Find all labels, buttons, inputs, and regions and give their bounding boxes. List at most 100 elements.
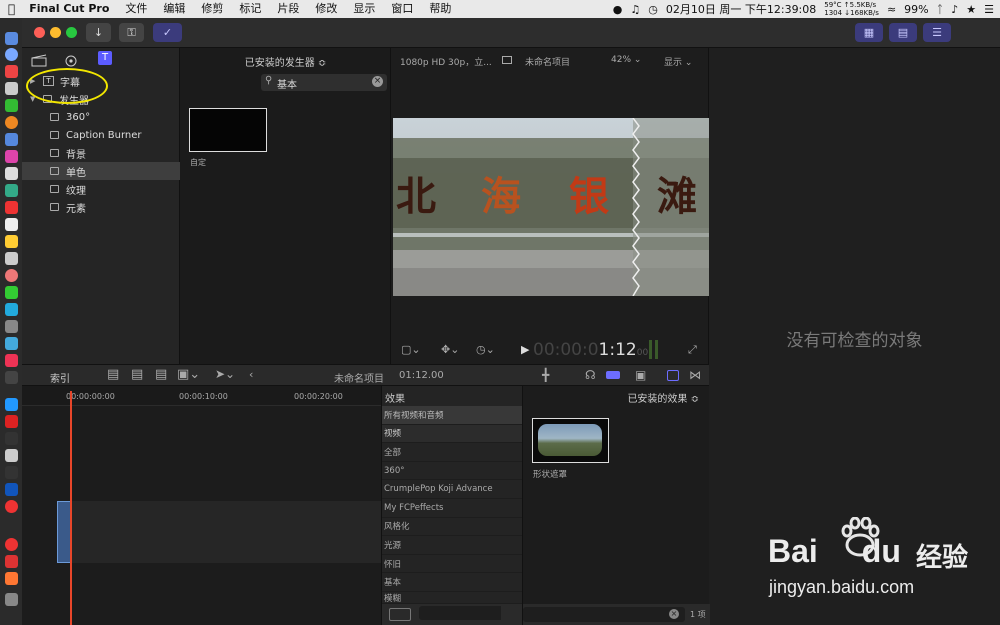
menu-trim[interactable]: 修剪 — [193, 0, 231, 18]
effects-category-item[interactable]: 所有视频和音频 — [382, 406, 522, 425]
menu-clip[interactable]: 片段 — [269, 0, 307, 18]
menu-view[interactable]: 显示 — [345, 0, 383, 18]
skimming-icon[interactable]: ╋ — [542, 368, 549, 382]
app-icon[interactable] — [5, 150, 18, 163]
app-icon[interactable] — [5, 184, 18, 197]
clear-search-icon[interactable]: × — [372, 76, 383, 87]
sidebar-toggle-icon[interactable] — [389, 608, 411, 621]
playhead[interactable] — [70, 391, 72, 625]
view-menu[interactable]: 显示 ⌄ — [664, 55, 692, 68]
titles-generators-icon[interactable]: T — [98, 51, 112, 65]
effects-category-item[interactable]: My FCPeffects — [382, 499, 522, 518]
clip-appearance-icon[interactable]: ▣ — [635, 368, 646, 382]
menu-window[interactable]: 窗口 — [383, 0, 421, 18]
battery-percent[interactable]: 99% — [904, 3, 928, 16]
transitions-icon[interactable]: ⋈ — [689, 368, 701, 382]
app-icon[interactable] — [5, 466, 18, 479]
menu-modify[interactable]: 修改 — [307, 0, 345, 18]
generator-search-input[interactable]: ⚲ 基本 × — [261, 74, 387, 91]
effects-category-item[interactable]: CrumplePop Koji Advance — [382, 480, 522, 499]
app-icon[interactable] — [5, 167, 18, 180]
appstore-icon[interactable] — [5, 398, 18, 411]
fullscreen-icon[interactable]: ⤢ — [688, 343, 697, 357]
app-icon[interactable] — [5, 252, 18, 265]
clock-icon[interactable]: ◷ — [648, 3, 658, 16]
effects-category-item[interactable]: 全部 — [382, 443, 522, 462]
show-inspector-button[interactable]: ☰ — [923, 23, 951, 42]
app-name-menu[interactable]: Final Cut Pro — [23, 0, 117, 18]
sidebar-item-elements[interactable]: 元素 — [22, 198, 180, 216]
minimize-button[interactable] — [50, 27, 61, 38]
menu-extra-icon[interactable]: ☰ — [984, 3, 994, 16]
effects-search-input-left[interactable] — [419, 606, 501, 620]
app-icon[interactable] — [5, 415, 18, 428]
show-browser-button[interactable]: ▦ — [855, 23, 883, 42]
trash-icon[interactable] — [5, 593, 18, 606]
snapping-icon[interactable] — [606, 371, 620, 379]
app-icon[interactable] — [5, 218, 18, 231]
menu-edit[interactable]: 编辑 — [155, 0, 193, 18]
back-icon[interactable]: ‹ — [249, 368, 253, 381]
insert-clip-icon[interactable]: ▤ — [131, 367, 143, 382]
sidebar-item-solids[interactable]: 单色 — [22, 162, 180, 180]
effects-category-item[interactable]: 模糊 — [382, 592, 522, 604]
app-icon[interactable] — [5, 371, 18, 384]
safari-icon[interactable] — [5, 48, 18, 61]
effects-browser-icon[interactable] — [667, 370, 679, 381]
effects-category-item[interactable]: 视频 — [382, 424, 522, 444]
transform-icon[interactable]: ✥⌄ — [441, 343, 459, 356]
show-timeline-button[interactable]: ▤ — [889, 23, 917, 42]
music-app-icon[interactable] — [5, 354, 18, 367]
zoom-button[interactable] — [66, 27, 77, 38]
app-icon[interactable] — [5, 320, 18, 333]
music-icon[interactable]: ♫ — [630, 3, 640, 16]
app-icon[interactable] — [5, 303, 18, 316]
app-icon[interactable] — [5, 337, 18, 350]
app-icon[interactable] — [5, 82, 18, 95]
app-icon[interactable] — [5, 449, 18, 462]
app-icon[interactable] — [5, 201, 18, 214]
app-icon[interactable] — [5, 572, 18, 585]
menu-mark[interactable]: 标记 — [231, 0, 269, 18]
effects-category-item[interactable]: 光源 — [382, 536, 522, 555]
yandex-icon[interactable] — [5, 500, 18, 513]
app-icon[interactable] — [5, 235, 18, 248]
datetime[interactable]: 02月10日 周一 下午12:39:08 — [666, 1, 816, 17]
star-icon[interactable]: ★ — [966, 3, 976, 16]
overwrite-clip-icon[interactable]: ▣⌄ — [177, 367, 200, 382]
close-button[interactable] — [34, 27, 45, 38]
view-options-icon[interactable]: ▢⌄ — [401, 343, 421, 356]
wechat-icon[interactable] — [5, 286, 18, 299]
finder-icon[interactable] — [5, 32, 18, 45]
import-button[interactable]: ↓ — [86, 23, 111, 42]
app-icon[interactable] — [5, 538, 18, 551]
speed-icon[interactable]: ◷⌄ — [476, 343, 495, 356]
installed-effects-menu[interactable]: 已安装的效果 ≎ — [627, 390, 699, 405]
index-button[interactable]: 索引 — [50, 370, 70, 385]
timeline-clip[interactable] — [57, 501, 71, 563]
sidebar-item-textures[interactable]: 纹理 — [22, 180, 180, 198]
chrome-icon[interactable] — [5, 116, 18, 129]
app-icon[interactable] — [5, 133, 18, 146]
wifi-icon[interactable]: ≈ — [887, 3, 896, 16]
bluetooth-icon[interactable]: ᛏ — [937, 3, 944, 16]
sidebar-item-caption-burner[interactable]: Caption Burner — [22, 126, 180, 144]
sidebar-item-360[interactable]: 360° — [22, 108, 180, 126]
keywords-button[interactable]: ⚿ — [119, 23, 144, 42]
menu-help[interactable]: 帮助 — [421, 0, 459, 18]
play-button[interactable]: ▶ — [521, 343, 529, 356]
effects-category-item[interactable]: 基本 — [382, 573, 522, 592]
vpn-icon[interactable] — [5, 483, 18, 496]
zoom-menu[interactable]: 42% ⌄ — [611, 55, 641, 65]
append-clip-icon[interactable]: ▤ — [155, 367, 167, 382]
music-photo-icon[interactable] — [64, 52, 78, 67]
select-tool-icon[interactable]: ➤⌄ — [215, 367, 235, 381]
connect-clip-icon[interactable]: ▤ — [107, 367, 119, 382]
background-tasks-button[interactable]: ✓ — [153, 23, 182, 42]
effect-thumbnail[interactable] — [532, 418, 609, 463]
clapper-icon[interactable] — [31, 52, 47, 67]
headphones-icon[interactable]: ☊ — [585, 368, 596, 382]
effects-category-item[interactable]: 风格化 — [382, 518, 522, 537]
clear-search-icon[interactable]: × — [669, 609, 679, 619]
app-icon[interactable] — [5, 65, 18, 78]
